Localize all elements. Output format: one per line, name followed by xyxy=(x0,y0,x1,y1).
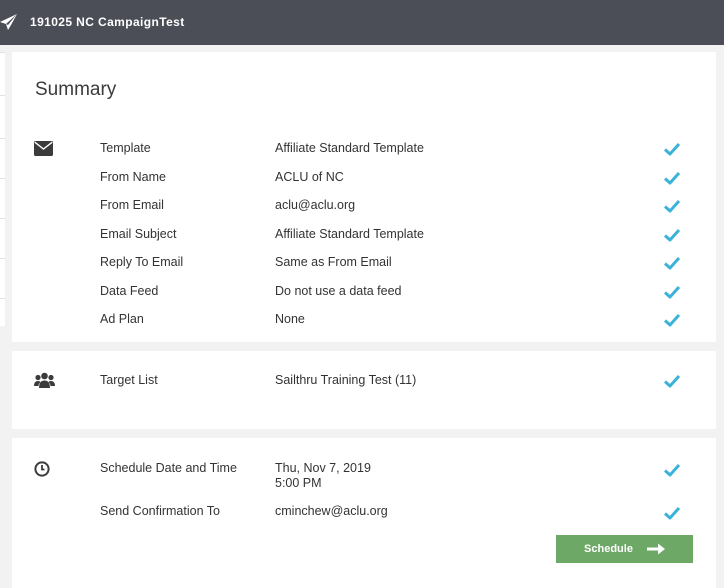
summary-card: Summary Template Affiliate Standard Temp… xyxy=(12,52,716,342)
row-label: Ad Plan xyxy=(100,312,144,326)
row-label: Template xyxy=(100,141,151,155)
row-value: ACLU of NC xyxy=(275,170,344,184)
row-label: From Email xyxy=(100,198,164,212)
summary-row-ad-plan: Ad Plan None xyxy=(12,312,716,332)
audience-row-target-list: Target List Sailthru Training Test (11) xyxy=(12,373,716,393)
schedule-button[interactable]: Schedule xyxy=(556,535,693,563)
row-label: Schedule Date and Time xyxy=(100,461,237,475)
side-panel-edge xyxy=(0,52,5,326)
check-icon xyxy=(664,142,680,156)
row-label: From Name xyxy=(100,170,166,184)
top-bar: 191025 NC CampaignTest xyxy=(0,0,724,45)
row-label: Target List xyxy=(100,373,158,387)
summary-row-template: Template Affiliate Standard Template xyxy=(12,141,716,161)
arrow-right-icon xyxy=(646,543,665,555)
summary-row-reply-to: Reply To Email Same as From Email xyxy=(12,255,716,275)
row-value: Sailthru Training Test (11) xyxy=(275,373,417,387)
row-value: cminchew@aclu.org xyxy=(275,504,388,518)
schedule-card: Schedule Date and Time Thu, Nov 7, 2019 … xyxy=(12,438,716,588)
check-icon xyxy=(664,228,680,242)
row-value: aclu@aclu.org xyxy=(275,198,356,212)
summary-row-from-email: From Email aclu@aclu.org xyxy=(12,198,716,218)
row-value: Do not use a data feed xyxy=(275,284,402,298)
audience-card: Target List Sailthru Training Test (11) xyxy=(12,351,716,429)
paper-plane-icon xyxy=(0,14,17,30)
campaign-title: 191025 NC CampaignTest xyxy=(30,15,185,29)
check-icon xyxy=(664,374,680,388)
row-value: Affiliate Standard Template xyxy=(275,141,424,155)
schedule-time: 5:00 PM xyxy=(275,476,322,490)
row-label: Send Confirmation To xyxy=(100,504,220,518)
row-value: Affiliate Standard Template xyxy=(275,227,424,241)
check-icon xyxy=(664,463,680,477)
check-icon xyxy=(664,313,680,327)
check-icon xyxy=(664,199,680,213)
schedule-row-date: Schedule Date and Time Thu, Nov 7, 2019 … xyxy=(12,461,716,493)
row-value: None xyxy=(275,312,305,326)
schedule-button-label: Schedule xyxy=(584,543,633,555)
schedule-date: Thu, Nov 7, 2019 xyxy=(275,461,371,475)
summary-row-email-subject: Email Subject Affiliate Standard Templat… xyxy=(12,227,716,247)
row-value: Same as From Email xyxy=(275,255,392,269)
row-label: Data Feed xyxy=(100,284,159,298)
summary-row-data-feed: Data Feed Do not use a data feed xyxy=(12,284,716,304)
summary-row-from-name: From Name ACLU of NC xyxy=(12,170,716,190)
row-label: Reply To Email xyxy=(100,255,184,269)
row-value: Thu, Nov 7, 2019 5:00 PM xyxy=(275,461,371,491)
check-icon xyxy=(664,285,680,299)
check-icon xyxy=(664,171,680,185)
check-icon xyxy=(664,256,680,270)
page-title: Summary xyxy=(35,79,117,100)
row-label: Email Subject xyxy=(100,227,177,241)
schedule-row-confirmation: Send Confirmation To cminchew@aclu.org xyxy=(12,504,716,524)
check-icon xyxy=(664,506,680,520)
